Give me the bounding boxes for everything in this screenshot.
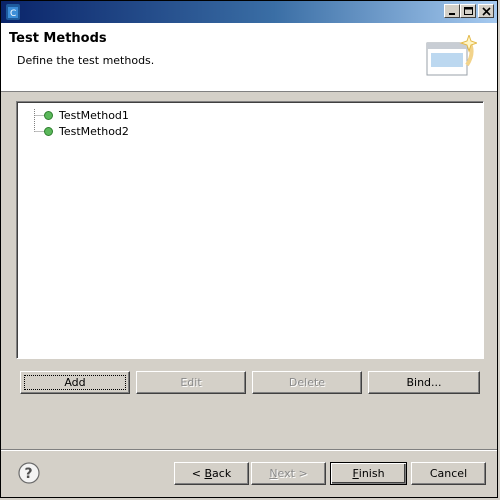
wizard-header: Test Methods Define the test methods.: [1, 23, 497, 92]
edit-button[interactable]: Edit: [136, 371, 246, 394]
eclipse-app-icon: C: [6, 4, 20, 20]
add-button[interactable]: Add: [20, 371, 130, 394]
cancel-button[interactable]: Cancel: [411, 462, 486, 485]
tree-item[interactable]: TestMethod2: [28, 123, 129, 139]
page-description: Define the test methods.: [17, 54, 155, 67]
next-label-mnemonic: N: [269, 467, 278, 480]
tree-item-label: TestMethod1: [59, 108, 129, 122]
finish-button[interactable]: Finish: [330, 462, 407, 485]
finish-label-rest: inish: [358, 467, 385, 480]
back-label-mnemonic: B: [204, 467, 213, 480]
svg-text:?: ?: [25, 466, 33, 482]
maximize-button[interactable]: [460, 4, 476, 18]
bind-button[interactable]: Bind...: [368, 371, 480, 394]
minimize-button[interactable]: [444, 4, 460, 18]
next-button[interactable]: Next >: [251, 462, 326, 485]
tree-item[interactable]: TestMethod1: [28, 107, 129, 123]
wizard-banner-icon: [426, 35, 477, 76]
back-button[interactable]: < Back: [174, 462, 249, 485]
back-label-rest: ack: [212, 467, 232, 480]
footer-separator: [1, 449, 497, 451]
green-dot-icon: [44, 110, 53, 120]
page-title: Test Methods: [9, 31, 107, 46]
svg-text:C: C: [10, 9, 16, 19]
wizard-window: C Test Methods Define the test methods.: [0, 0, 498, 498]
close-icon: [482, 7, 491, 16]
next-label-rest: ext >: [277, 467, 308, 480]
tree-item-label: TestMethod2: [59, 124, 129, 138]
back-label-prefix: <: [191, 467, 205, 480]
maximize-icon: [464, 7, 473, 15]
green-dot-icon: [44, 126, 53, 136]
delete-button[interactable]: Delete: [252, 371, 362, 394]
help-icon[interactable]: ?: [18, 462, 40, 484]
title-bar[interactable]: C: [1, 1, 497, 23]
minimize-icon: [449, 13, 455, 15]
test-methods-tree[interactable]: TestMethod1 TestMethod2: [16, 101, 484, 359]
close-button[interactable]: [478, 4, 494, 18]
